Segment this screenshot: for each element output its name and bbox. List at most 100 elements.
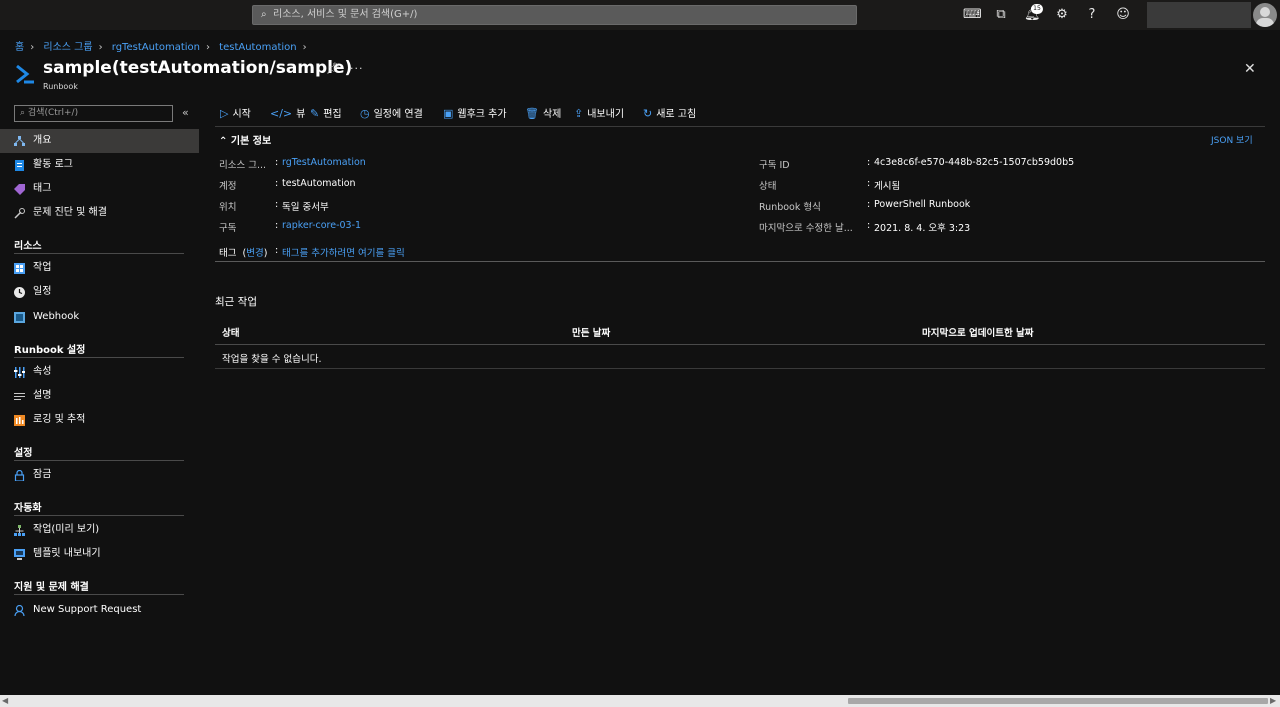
pin-icon[interactable]: 📌︎ [326, 62, 340, 75]
view-button[interactable]: </> 뷰 [270, 104, 305, 124]
search-icon: ⌕ [261, 9, 267, 20]
settings-icon[interactable]: ⚙ [1054, 7, 1070, 23]
section-settings: 설정 [14, 448, 33, 459]
column-header-status[interactable]: 상태 [222, 325, 239, 339]
json-view-link[interactable]: JSON 보기 [1211, 133, 1253, 146]
sidebar-item-tags[interactable]: 태그 [0, 177, 199, 201]
chevron-up-icon: ⌃ [219, 136, 231, 147]
location-value: 독일 중서부 [282, 202, 329, 213]
section-runbook-settings: Runbook 설정 [14, 345, 86, 356]
export-button[interactable]: ⇪ 내보내기 [574, 104, 624, 124]
wrench-icon [14, 208, 25, 219]
sidebar-item-description[interactable]: 설명 [0, 384, 199, 408]
last-modified-value: 2021. 8. 4. 오후 3:23 [874, 223, 971, 234]
delete-icon: 🗑︎ [525, 107, 539, 120]
location-label: 위치 [219, 202, 237, 213]
edit-icon: ✎ [310, 107, 320, 120]
user-account-info[interactable] [1147, 2, 1251, 28]
add-webhook-button[interactable]: ▣ 웹후크 추가 [443, 104, 507, 124]
tags-row: 태그 (변경) [219, 248, 268, 259]
divider [215, 261, 1265, 262]
delete-button[interactable]: 🗑︎ 삭제 [525, 104, 561, 124]
code-icon: </> [270, 107, 293, 120]
sidebar-item-diagnose[interactable]: 문제 진단 및 해결 [0, 201, 199, 225]
export-icon: ⇪ [574, 107, 584, 120]
empty-message: 작업을 찾을 수 없습니다. [222, 354, 322, 365]
essentials-toggle[interactable]: ⌃ 기본 정보 [219, 132, 271, 147]
activity-log-icon [15, 160, 24, 171]
more-options-icon[interactable]: ··· [350, 62, 364, 75]
divider [215, 126, 1265, 127]
overview-icon [14, 136, 25, 146]
breadcrumb-resource-groups[interactable]: 리소스 그룹 [43, 42, 92, 53]
edit-button[interactable]: ✎ 편집 [310, 104, 342, 124]
support-icon [14, 605, 25, 616]
section-automation: 자동화 [14, 503, 42, 514]
cloud-shell-icon[interactable]: ⌨ [963, 7, 982, 23]
sidebar-item-logging[interactable]: 로깅 및 추적 [0, 408, 199, 432]
sidebar-item-locks[interactable]: 잠금 [0, 463, 199, 487]
sidebar-item-properties[interactable]: 속성 [0, 360, 199, 384]
close-icon[interactable]: ✕ [1244, 61, 1256, 77]
resource-group-link[interactable]: rgTestAutomation [282, 157, 366, 168]
resource-group-label: 리소스 그... [219, 160, 267, 171]
link-to-schedule-button[interactable]: ◷ 일정에 연결 [360, 104, 423, 124]
directory-filter-icon[interactable]: ⧉ [993, 7, 1009, 23]
webhook-icon [14, 312, 25, 323]
add-tags-link[interactable]: 태그를 추가하려면 여기를 클릭 [282, 245, 405, 259]
play-icon: ▷ [220, 107, 229, 120]
status-value: 게시됨 [874, 181, 901, 192]
sidebar-item-overview[interactable]: 개요 [0, 129, 199, 153]
section-resources: 리소스 [14, 241, 42, 252]
refresh-icon: ↻ [643, 107, 653, 120]
scroll-left-icon[interactable]: ◀ [2, 696, 8, 705]
tags-change-link[interactable]: 변경 [246, 248, 263, 259]
clock-icon [14, 287, 25, 298]
recent-jobs-title: 최근 작업 [215, 296, 257, 308]
avatar[interactable] [1253, 3, 1277, 27]
collapse-sidebar-icon[interactable]: « [182, 106, 189, 119]
scroll-right-icon[interactable]: ▶ [1270, 696, 1276, 705]
section-divider [14, 594, 184, 595]
section-divider [14, 515, 184, 516]
section-support: 지원 및 문제 해결 [14, 582, 89, 593]
subscription-label: 구독 [219, 223, 237, 234]
column-header-created[interactable]: 만든 날짜 [572, 325, 610, 339]
section-divider [14, 253, 184, 254]
breadcrumb-home[interactable]: 홈 [15, 42, 24, 53]
export-template-icon [14, 549, 25, 560]
divider [215, 368, 1265, 369]
help-icon[interactable]: ? [1084, 7, 1100, 23]
sidebar-search-input[interactable]: ⌕ 검색(Ctrl+/) [14, 105, 173, 122]
feedback-icon[interactable]: ☺ [1115, 7, 1131, 23]
lock-icon [14, 470, 25, 481]
schedule-icon: ◷ [360, 107, 370, 120]
sidebar-item-schedules[interactable]: 일정 [0, 280, 199, 304]
breadcrumb-separator-icon: › [302, 42, 307, 53]
section-divider [14, 357, 184, 358]
description-icon [14, 393, 25, 400]
sidebar-item-jobs[interactable]: 작업 [0, 256, 199, 280]
global-search-input[interactable]: ⌕ 리소스, 서비스 및 문서 검색(G+/) [252, 5, 857, 25]
breadcrumb-resource-group[interactable]: rgTestAutomation [112, 42, 200, 53]
sidebar-item-webhook[interactable]: Webhook [0, 305, 199, 329]
notification-badge: 15 [1031, 4, 1043, 14]
account-value: testAutomation [282, 178, 356, 189]
start-button[interactable]: ▷ 시작 [220, 104, 251, 124]
subscription-link[interactable]: rapker-core-03-1 [282, 220, 361, 231]
sidebar-item-new-support-request[interactable]: New Support Request [0, 598, 199, 622]
breadcrumb-separator-icon: › [30, 42, 35, 53]
refresh-button[interactable]: ↻ 새로 고침 [643, 104, 696, 124]
runbook-type-label: Runbook 형식 [759, 202, 821, 213]
logging-icon [14, 415, 25, 426]
sidebar-item-export-template[interactable]: 템플릿 내보내기 [0, 542, 199, 566]
breadcrumb-separator-icon: › [98, 42, 103, 53]
runbook-type-value: PowerShell Runbook [874, 199, 971, 210]
sidebar-item-tasks-preview[interactable]: 작업(미리 보기) [0, 518, 199, 542]
breadcrumb-automation-account[interactable]: testAutomation [219, 42, 296, 53]
sidebar-item-activity-log[interactable]: 활동 로그 [0, 153, 199, 177]
scrollbar-thumb[interactable] [848, 698, 1268, 704]
column-header-last-updated[interactable]: 마지막으로 업데이트한 날짜 [922, 325, 1034, 339]
breadcrumb-separator-icon: › [205, 42, 210, 53]
subscription-id-label: 구독 ID [759, 160, 790, 171]
